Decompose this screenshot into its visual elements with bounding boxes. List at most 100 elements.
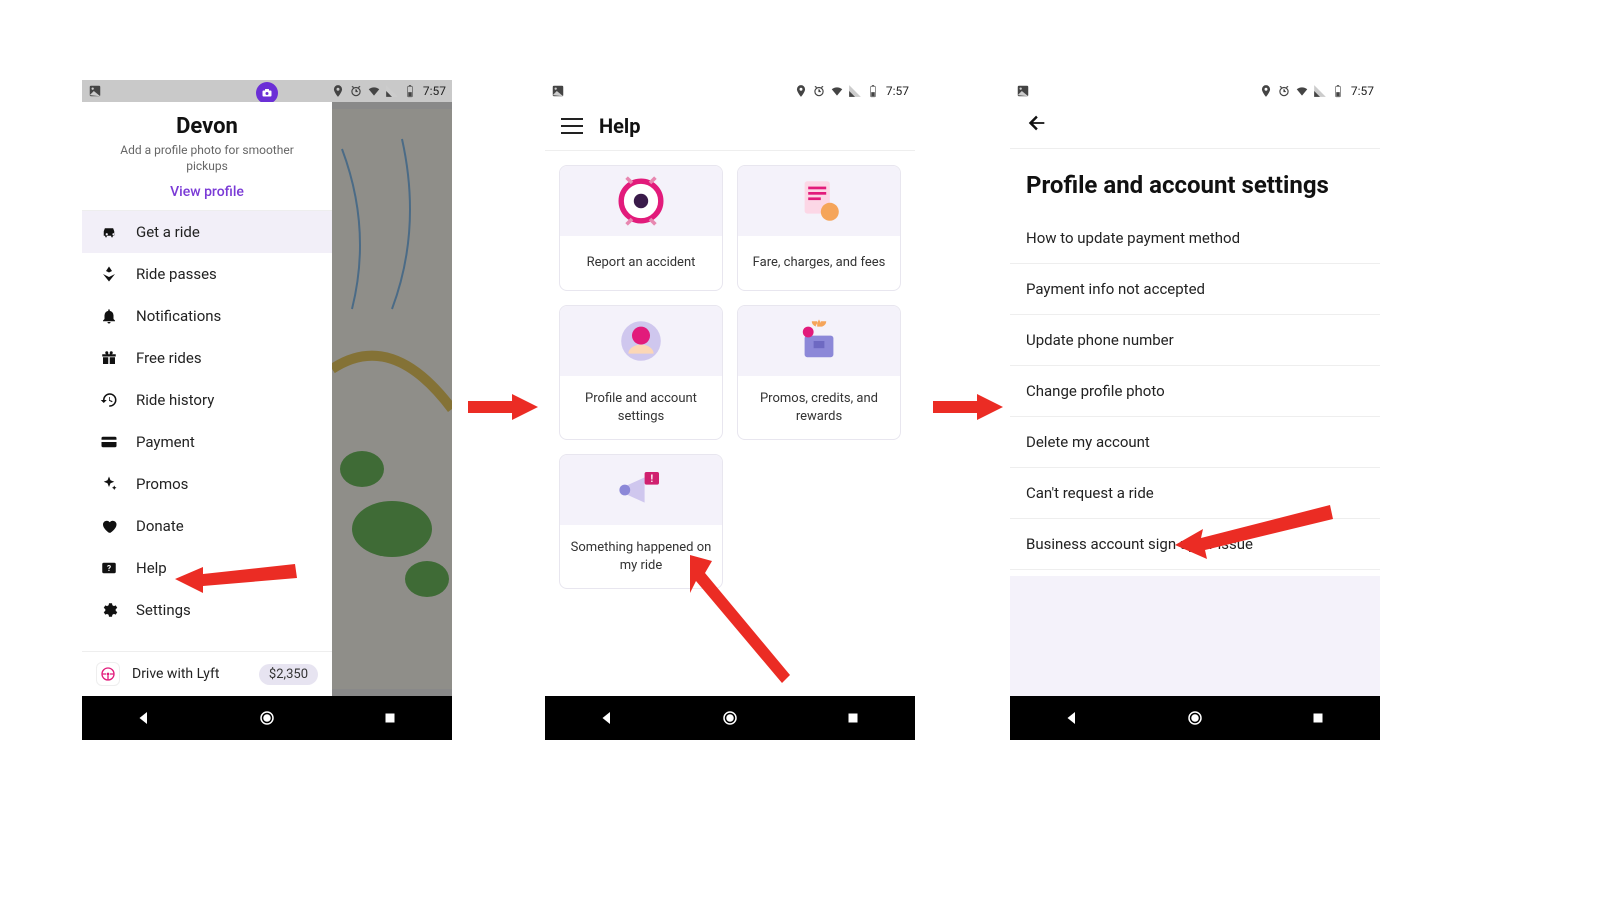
android-nav-bar: [545, 696, 915, 740]
nav-back-icon[interactable]: [1063, 709, 1081, 727]
menu-item-ride-history[interactable]: Ride history: [82, 379, 332, 421]
nav-home-icon[interactable]: [721, 709, 739, 727]
image-icon: [88, 84, 102, 98]
screen-help: 7:57 Help Report an accident Fare, charg…: [545, 80, 915, 740]
help-card-profile-account[interactable]: Profile and account settings: [559, 305, 723, 440]
megaphone-icon: !: [614, 463, 668, 517]
help-icon: ?: [100, 559, 118, 577]
wifi-icon: [1295, 84, 1309, 98]
status-time: 7:57: [886, 84, 909, 98]
status-bar: 7:57: [1010, 80, 1380, 102]
list-item[interactable]: Update phone number: [1010, 315, 1380, 366]
battery-icon: [866, 84, 880, 98]
alarm-icon: [812, 84, 826, 98]
nav-recent-icon[interactable]: [844, 709, 862, 727]
menu-label: Donate: [136, 517, 184, 535]
android-nav-bar: [82, 696, 452, 740]
heart-icon: [100, 517, 118, 535]
help-card-fare-charges[interactable]: Fare, charges, and fees: [737, 165, 901, 291]
menu-item-get-a-ride[interactable]: Get a ride: [82, 211, 332, 253]
battery-icon: [403, 84, 417, 98]
history-icon: [100, 391, 118, 409]
location-icon: [331, 84, 345, 98]
drive-with-lyft-label: Drive with Lyft: [132, 666, 247, 682]
back-arrow-icon[interactable]: [1026, 112, 1048, 134]
svg-text:?: ?: [107, 564, 111, 574]
screen-drawer: 7:57 Devon Add a profile photo for smoot…: [82, 80, 452, 740]
list-item[interactable]: Business account sign up or issue: [1010, 519, 1380, 570]
card-label: Report an accident: [560, 236, 722, 290]
hamburger-icon[interactable]: [561, 118, 583, 134]
car-icon: [100, 223, 118, 241]
list-item[interactable]: Change profile photo: [1010, 366, 1380, 417]
ticket-icon: [100, 265, 118, 283]
nav-recent-icon[interactable]: [381, 709, 399, 727]
signal-icon: [1313, 84, 1327, 98]
signal-icon: [385, 84, 399, 98]
alarm-icon: [349, 84, 363, 98]
nav-recent-icon[interactable]: [1309, 709, 1327, 727]
image-icon: [551, 84, 565, 98]
status-bar: 7:57: [545, 80, 915, 102]
menu-label: Settings: [136, 601, 191, 619]
location-icon: [1259, 84, 1273, 98]
menu-item-donate[interactable]: Donate: [82, 505, 332, 547]
empty-footer-area: [1010, 576, 1380, 696]
menu-item-settings[interactable]: Settings: [82, 589, 332, 631]
menu-item-ride-passes[interactable]: Ride passes: [82, 253, 332, 295]
card-illustration: [560, 306, 722, 376]
menu-label: Ride history: [136, 391, 214, 409]
list-item[interactable]: Payment info not accepted: [1010, 264, 1380, 315]
menu-item-payment[interactable]: Payment: [82, 421, 332, 463]
card-illustration: [738, 306, 900, 376]
list-item[interactable]: Can't request a ride: [1010, 468, 1380, 519]
menu-label: Get a ride: [136, 223, 200, 241]
image-icon: [1016, 84, 1030, 98]
card-label: Fare, charges, and fees: [738, 236, 900, 290]
drawer-user-name: Devon: [100, 114, 314, 139]
help-toolbar: Help: [545, 102, 915, 151]
signal-icon: [848, 84, 862, 98]
nav-home-icon[interactable]: [258, 709, 276, 727]
nav-back-icon[interactable]: [135, 709, 153, 727]
drawer-menu: Get a ride Ride passes Notifications Fre…: [82, 211, 332, 651]
menu-item-notifications[interactable]: Notifications: [82, 295, 332, 337]
list-item[interactable]: Delete my account: [1010, 417, 1380, 468]
page-title: Profile and account settings: [1010, 149, 1380, 213]
card-icon: [100, 433, 118, 451]
menu-item-help[interactable]: ? Help: [82, 547, 332, 589]
receipt-icon: [792, 174, 846, 228]
location-icon: [794, 84, 808, 98]
nav-back-icon[interactable]: [598, 709, 616, 727]
steering-wheel-icon: [96, 662, 120, 686]
gift-icon: [100, 349, 118, 367]
trophy-icon: [792, 314, 846, 368]
menu-label: Promos: [136, 475, 188, 493]
menu-item-free-rides[interactable]: Free rides: [82, 337, 332, 379]
menu-label: Notifications: [136, 307, 221, 325]
settings-list: How to update payment method Payment inf…: [1010, 213, 1380, 570]
help-card-grid: Report an accident Fare, charges, and fe…: [545, 151, 915, 603]
menu-label: Help: [136, 559, 167, 577]
menu-label: Payment: [136, 433, 195, 451]
bell-icon: [100, 307, 118, 325]
drive-price-pill: $2,350: [259, 664, 318, 685]
annotation-arrow-icon: [933, 392, 1003, 426]
nav-drawer: Devon Add a profile photo for smoother p…: [82, 102, 332, 696]
back-toolbar: [1010, 102, 1380, 149]
battery-icon: [1331, 84, 1345, 98]
list-item[interactable]: How to update payment method: [1010, 213, 1380, 264]
lifebuoy-icon: [614, 174, 668, 228]
card-label: Promos, credits, and rewards: [738, 376, 900, 439]
card-illustration: [560, 166, 722, 236]
help-card-promos-credits[interactable]: Promos, credits, and rewards: [737, 305, 901, 440]
wifi-icon: [367, 84, 381, 98]
help-card-something-happened[interactable]: ! Something happened on my ride: [559, 454, 723, 589]
help-card-report-accident[interactable]: Report an accident: [559, 165, 723, 291]
menu-label: Ride passes: [136, 265, 217, 283]
drawer-footer[interactable]: Drive with Lyft $2,350: [82, 651, 332, 696]
annotation-arrow-icon: [468, 392, 538, 426]
menu-item-promos[interactable]: Promos: [82, 463, 332, 505]
nav-home-icon[interactable]: [1186, 709, 1204, 727]
view-profile-link[interactable]: View profile: [100, 184, 314, 200]
